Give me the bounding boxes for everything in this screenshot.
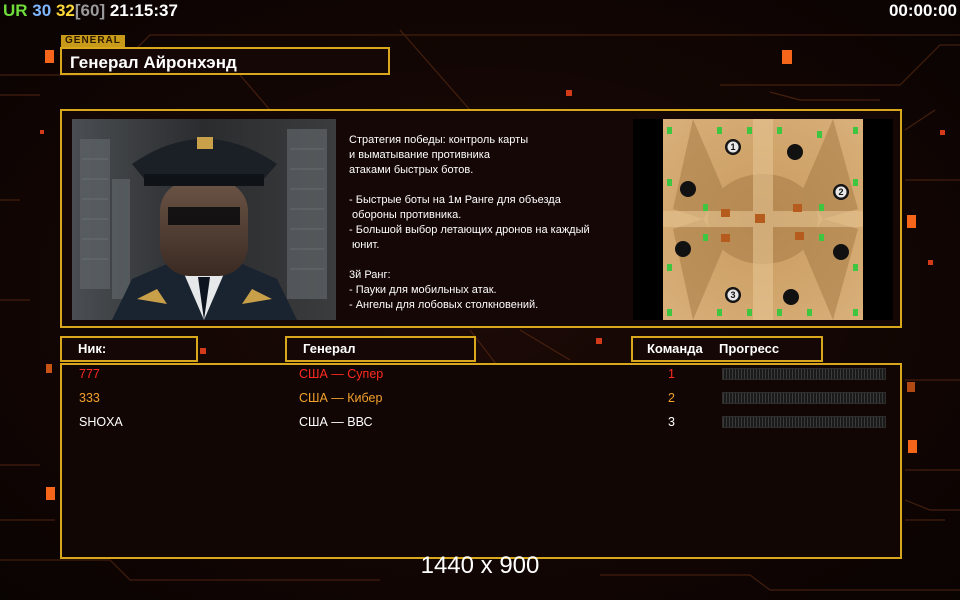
- player-row: 777 США — Супер 1: [62, 365, 900, 385]
- stat-2: 32: [55, 1, 75, 20]
- clock: 21:15:37: [109, 1, 178, 20]
- player-progress-bar: [722, 416, 886, 428]
- general-name: Генерал Айронхэнд: [70, 53, 237, 72]
- column-header-progress-label: Прогресс: [719, 341, 780, 356]
- general-portrait: [72, 119, 336, 320]
- start-label-2: 2: [838, 187, 843, 197]
- player-nick: 333: [79, 391, 100, 405]
- start-label-1: 1: [730, 142, 735, 152]
- stat-3: [60]: [74, 1, 106, 20]
- stat-1: 30: [32, 1, 52, 20]
- general-description: Стратегия победы: контроль карты и вымат…: [349, 134, 590, 311]
- column-header-nick: Ник:: [60, 336, 198, 362]
- player-team: 1: [668, 367, 675, 381]
- column-header-team-progress: Команда Прогресс: [631, 336, 823, 362]
- general-tag: GENERAL: [61, 35, 125, 47]
- player-general: США — Супер: [299, 367, 384, 381]
- player-team: 2: [668, 391, 675, 405]
- general-title-box: Генерал Айронхэнд: [60, 47, 390, 75]
- player-row: SHOXA США — ВВС 3: [62, 413, 900, 433]
- column-header-general: Генерал: [285, 336, 476, 362]
- player-general: США — Кибер: [299, 391, 383, 405]
- player-nick: SHOXA: [79, 415, 123, 429]
- player-row: 333 США — Кибер 2: [62, 389, 900, 409]
- resolution-label: 1440 x 900: [420, 552, 540, 579]
- start-label-3: 3: [730, 290, 735, 300]
- player-team: 3: [668, 415, 675, 429]
- player-progress-bar: [722, 392, 886, 404]
- column-header-team-label: Команда: [647, 341, 703, 356]
- column-header-general-label: Генерал: [303, 341, 356, 356]
- minimap: 1 2 3: [633, 119, 893, 320]
- player-nick: 777: [79, 367, 100, 381]
- game-timer: 00:00:00: [888, 1, 957, 20]
- general-info-panel: Стратегия победы: контроль карты и вымат…: [60, 109, 902, 328]
- column-header-nick-label: Ник:: [78, 341, 107, 356]
- players-list: 777 США — Супер 1 333 США — Кибер 2 SHOX…: [60, 363, 902, 559]
- ur-label: UR: [3, 1, 28, 20]
- hud-stats: UR 30 32[60] 21:15:37: [0, 0, 178, 22]
- player-progress-bar: [722, 368, 886, 380]
- player-general: США — ВВС: [299, 415, 373, 429]
